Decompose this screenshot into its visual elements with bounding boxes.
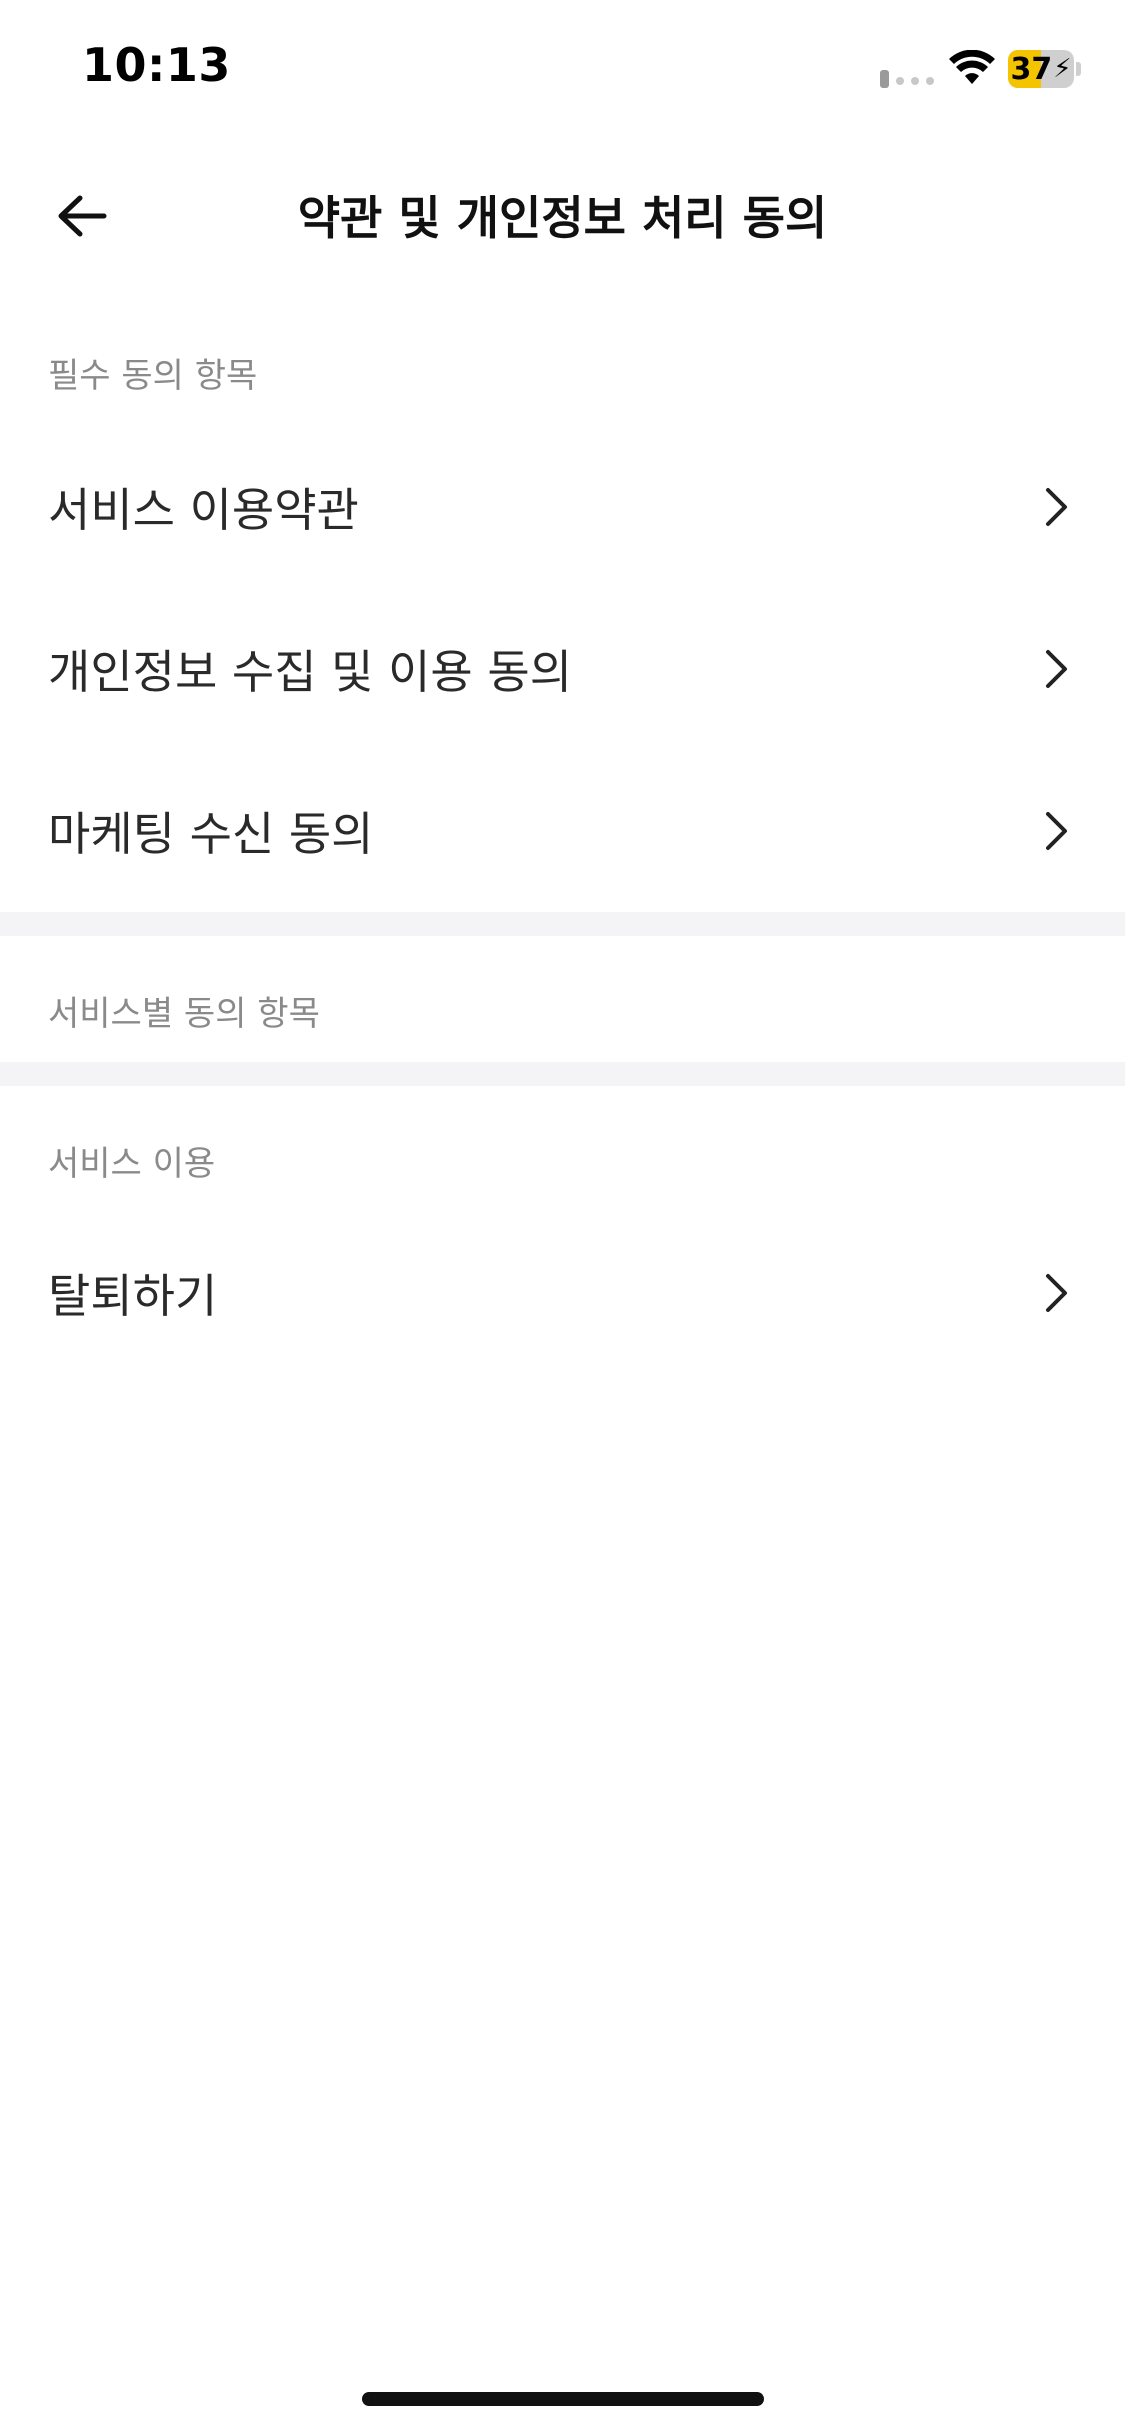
section-label-required: 필수 동의 항목 bbox=[48, 356, 258, 396]
battery-charging-icon: 37 ⚡ bbox=[1008, 50, 1074, 88]
status-bar: 10:13 37 ⚡ bbox=[0, 0, 1125, 140]
row-withdraw-account[interactable]: 탈퇴하기 bbox=[0, 1212, 1125, 1374]
status-time: 10:13 bbox=[82, 38, 231, 92]
section-divider bbox=[0, 912, 1125, 936]
home-indicator bbox=[362, 2392, 764, 2406]
header: 약관 및 개인정보 처리 동의 bbox=[0, 150, 1125, 280]
section-divider bbox=[0, 1062, 1125, 1086]
row-marketing-consent[interactable]: 마케팅 수신 동의 bbox=[0, 750, 1125, 912]
chevron-right-icon bbox=[1046, 1274, 1067, 1312]
row-privacy-consent[interactable]: 개인정보 수집 및 이용 동의 bbox=[0, 588, 1125, 750]
section-label-per-service: 서비스별 동의 항목 bbox=[48, 994, 320, 1034]
battery-cap bbox=[1076, 62, 1081, 76]
page-title: 약관 및 개인정보 처리 동의 bbox=[297, 191, 828, 245]
cellular-signal-icon bbox=[880, 70, 934, 88]
row-label: 개인정보 수집 및 이용 동의 bbox=[48, 645, 573, 699]
row-terms-of-service[interactable]: 서비스 이용약관 bbox=[0, 426, 1125, 588]
chevron-right-icon bbox=[1046, 650, 1067, 688]
row-label: 마케팅 수신 동의 bbox=[48, 807, 374, 861]
back-button[interactable] bbox=[40, 180, 124, 252]
screen: 10:13 37 ⚡ 약관 및 개인정보 처리 동의 필수 동의 항목 서비스 … bbox=[0, 0, 1125, 2436]
section-label-service-usage: 서비스 이용 bbox=[48, 1144, 216, 1184]
battery-level-text: 37 bbox=[1010, 51, 1053, 87]
wifi-icon bbox=[949, 50, 995, 84]
charging-bolt-icon: ⚡ bbox=[1053, 54, 1072, 84]
chevron-right-icon bbox=[1046, 812, 1067, 850]
chevron-right-icon bbox=[1046, 488, 1067, 526]
arrow-left-icon bbox=[58, 195, 107, 237]
row-label: 서비스 이용약관 bbox=[48, 483, 359, 537]
row-label: 탈퇴하기 bbox=[48, 1269, 218, 1323]
